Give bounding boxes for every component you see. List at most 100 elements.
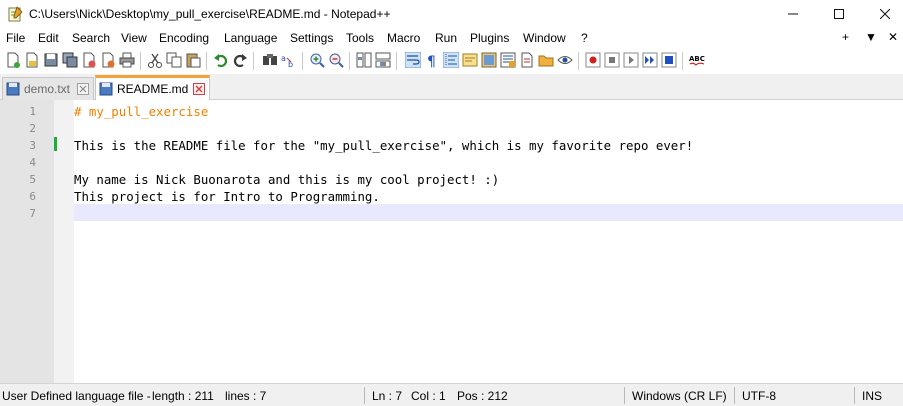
find-icon[interactable] (262, 52, 278, 68)
save-icon[interactable] (43, 52, 59, 68)
paste-icon[interactable] (185, 52, 201, 68)
line-number: 5 (29, 173, 36, 186)
undo-icon[interactable] (213, 52, 229, 68)
menu-macro[interactable]: Macro (387, 31, 420, 45)
word-wrap-icon[interactable] (405, 52, 421, 68)
toolbar-separator (253, 52, 254, 70)
status-line: Ln : 7 (372, 389, 403, 403)
status-lines: lines : 7 (225, 389, 267, 403)
tab-readme-md[interactable]: README.md (95, 75, 210, 100)
spell-check-icon[interactable]: ABC (689, 52, 705, 68)
status-separator (364, 387, 365, 404)
menu-bar: File Edit Search View Encoding Language … (0, 28, 903, 48)
line-number: 7 (29, 207, 36, 220)
function-list-icon[interactable] (500, 52, 516, 68)
tab-bar: demo.txt README.md (0, 74, 903, 100)
menu-view[interactable]: View (121, 31, 147, 45)
close-icon (880, 9, 890, 19)
open-file-icon[interactable] (24, 52, 40, 68)
tab-label: README.md (117, 82, 189, 96)
monitoring-eye-icon[interactable] (557, 52, 573, 68)
user-defined-language-icon[interactable] (462, 52, 478, 68)
fold-margin[interactable] (54, 100, 74, 383)
status-separator (624, 387, 625, 404)
minimize-icon (788, 13, 798, 15)
saved-file-icon (6, 82, 20, 96)
title-bar: C:\Users\Nick\Desktop\my_pull_exercise\R… (0, 0, 903, 28)
menu-language[interactable]: Language (224, 31, 277, 45)
close-document-button[interactable]: ✕ (888, 30, 898, 44)
menu-help[interactable]: ? (581, 31, 588, 45)
editor-area[interactable]: 1 2 3 4 5 6 7 # my_pull_exercise This is… (0, 100, 903, 383)
status-insert-mode[interactable]: INS (862, 389, 882, 403)
menu-run[interactable]: Run (435, 31, 457, 45)
cut-icon[interactable] (147, 52, 163, 68)
new-file-icon[interactable] (5, 52, 21, 68)
status-encoding[interactable]: UTF-8 (742, 389, 776, 403)
maximize-button[interactable] (816, 0, 862, 28)
status-bar: User Defined language file - length : 21… (0, 383, 903, 406)
folder-as-workspace-icon[interactable] (519, 52, 535, 68)
toolbar-separator (302, 52, 303, 70)
indent-guide-icon[interactable] (443, 52, 459, 68)
menu-file[interactable]: File (6, 31, 25, 45)
document-map-icon[interactable] (481, 52, 497, 68)
print-icon[interactable] (119, 52, 135, 68)
window-title: C:\Users\Nick\Desktop\my_pull_exercise\R… (29, 7, 391, 21)
toolbar-separator (682, 52, 683, 70)
copy-icon[interactable] (166, 52, 182, 68)
record-macro-icon[interactable] (585, 52, 601, 68)
menu-plugins[interactable]: Plugins (470, 31, 509, 45)
save-all-icon[interactable] (62, 52, 78, 68)
zoom-in-icon[interactable] (309, 52, 325, 68)
sync-vertical-scroll-icon[interactable] (356, 52, 372, 68)
tab-close-icon[interactable] (77, 83, 89, 95)
stop-recording-icon[interactable] (604, 52, 620, 68)
notepad-plus-plus-icon (8, 6, 23, 22)
menu-settings[interactable]: Settings (290, 31, 333, 45)
svg-text:ABC: ABC (689, 55, 705, 63)
line-number: 2 (29, 122, 36, 135)
menu-edit[interactable]: Edit (38, 31, 59, 45)
save-macro-icon[interactable] (661, 52, 677, 68)
zoom-out-icon[interactable] (328, 52, 344, 68)
status-column: Col : 1 (411, 389, 446, 403)
menu-tools[interactable]: Tools (346, 31, 374, 45)
status-separator (854, 387, 855, 404)
line-number-gutter: 1 2 3 4 5 6 7 (0, 100, 54, 383)
status-length: length : 211 (152, 389, 214, 403)
maximize-icon (834, 9, 844, 19)
playback-macro-icon[interactable] (623, 52, 639, 68)
tab-close-icon[interactable] (193, 83, 205, 95)
code-line-3[interactable]: This is the README file for the "my_pull… (74, 138, 693, 153)
tab-demo-txt[interactable]: demo.txt (2, 77, 94, 100)
run-macro-multiple-icon[interactable] (642, 52, 658, 68)
close-all-icon[interactable] (100, 52, 116, 68)
new-tab-plus-button[interactable]: + (842, 30, 849, 44)
status-eol[interactable]: Windows (CR LF) (632, 389, 727, 403)
line-number: 3 (29, 139, 36, 152)
line-number: 1 (29, 105, 36, 118)
current-line-highlight (74, 204, 903, 221)
close-window-button[interactable] (862, 0, 903, 28)
menu-window[interactable]: Window (523, 31, 566, 45)
show-all-characters-icon[interactable]: ¶ (424, 52, 440, 68)
minimize-button[interactable] (770, 0, 816, 28)
redo-icon[interactable] (232, 52, 248, 68)
toolbar-separator (396, 52, 397, 70)
status-position: Pos : 212 (457, 389, 508, 403)
toolbar: ab ¶ ABC (0, 48, 903, 74)
menu-search[interactable]: Search (72, 31, 110, 45)
code-line-5[interactable]: My name is Nick Buonarota and this is my… (74, 172, 499, 187)
change-history-marker (54, 137, 57, 151)
tab-label: demo.txt (24, 82, 71, 96)
tab-list-dropdown-button[interactable]: ▼ (865, 30, 877, 44)
project-panel-icon[interactable] (538, 52, 554, 68)
menu-encoding[interactable]: Encoding (159, 31, 209, 45)
replace-icon[interactable]: ab (281, 52, 297, 68)
sync-horizontal-scroll-icon[interactable] (375, 52, 391, 68)
code-line-1[interactable]: # my_pull_exercise (74, 104, 208, 119)
close-file-icon[interactable] (81, 52, 97, 68)
code-line-6[interactable]: This project is for Intro to Programming… (74, 189, 380, 204)
status-separator (734, 387, 735, 404)
